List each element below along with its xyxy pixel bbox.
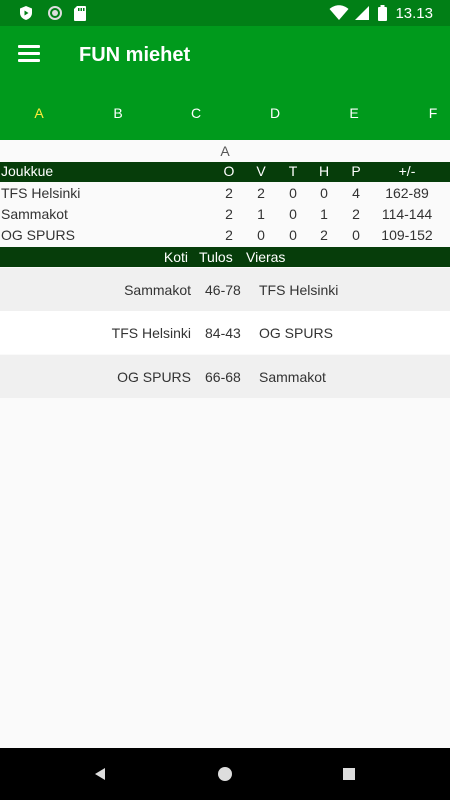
column-header-away: Vieras	[246, 249, 286, 265]
signal-icon	[354, 5, 370, 21]
diff-value: 114-144	[381, 206, 433, 222]
losses-value: 0	[320, 185, 328, 201]
tab-e[interactable]: E	[324, 86, 384, 140]
table-row: Sammakot 2 1 0 1 2 114-144	[0, 205, 450, 225]
team-name: Sammakot	[1, 206, 68, 222]
wins-value: 1	[257, 206, 265, 222]
team-name: TFS Helsinki	[1, 185, 81, 201]
table-row: OG SPURS 2 0 0 2 0 109-152	[0, 226, 450, 246]
status-bar: 13.13	[0, 0, 450, 26]
status-time: 13.13	[395, 4, 433, 22]
diff-value: 109-152	[381, 227, 433, 243]
points-value: 4	[352, 185, 360, 201]
ties-value: 0	[289, 206, 297, 222]
losses-value: 1	[320, 206, 328, 222]
tab-bar: A B C D E F	[0, 86, 450, 140]
game-score: 66-68	[205, 369, 241, 385]
away-team: OG SPURS	[259, 325, 333, 341]
home-team: OG SPURS	[117, 369, 191, 385]
team-name: OG SPURS	[1, 227, 75, 243]
games-header: Koti Tulos Vieras	[0, 247, 450, 267]
away-team: Sammakot	[259, 369, 326, 385]
column-header-wins: V	[256, 163, 266, 179]
back-icon[interactable]	[90, 764, 110, 784]
away-team: TFS Helsinki	[259, 282, 339, 298]
page-title: FUN miehet	[79, 44, 191, 66]
navigation-bar	[0, 748, 450, 800]
tab-b[interactable]: B	[88, 86, 148, 140]
wifi-icon	[329, 5, 349, 21]
table-row: TFS Helsinki 2 2 0 0 4 162-89	[0, 184, 450, 204]
game-row[interactable]: Sammakot 46-78 TFS Helsinki	[0, 268, 450, 311]
tab-a[interactable]: A	[9, 86, 69, 140]
diff-value: 162-89	[385, 185, 429, 201]
column-header-losses: H	[318, 163, 330, 179]
sd-card-icon	[74, 5, 86, 21]
column-header-home: Koti	[163, 249, 188, 265]
points-value: 0	[352, 227, 360, 243]
home-icon[interactable]	[215, 764, 235, 784]
battery-icon	[378, 5, 388, 21]
circle-icon	[48, 6, 62, 20]
played-value: 2	[225, 206, 233, 222]
app-bar: FUN miehet	[0, 26, 450, 86]
tab-c[interactable]: C	[166, 86, 226, 140]
shield-icon	[18, 5, 34, 21]
game-score: 46-78	[205, 282, 241, 298]
home-team: Sammakot	[124, 282, 191, 298]
game-score: 84-43	[205, 325, 241, 341]
column-header-score: Tulos	[199, 249, 233, 265]
hamburger-menu-icon[interactable]	[18, 45, 42, 67]
played-value: 2	[225, 185, 233, 201]
losses-value: 2	[320, 227, 328, 243]
standings-header: Joukkue O V T H P +/-	[0, 162, 450, 182]
column-header-diff: +/-	[398, 163, 416, 179]
column-header-points: P	[351, 163, 361, 179]
game-row[interactable]: OG SPURS 66-68 Sammakot	[0, 355, 450, 398]
column-header-played: O	[223, 163, 235, 179]
tab-d[interactable]: D	[245, 86, 305, 140]
tab-f[interactable]: F	[403, 86, 450, 140]
points-value: 2	[352, 206, 360, 222]
recents-icon[interactable]	[339, 764, 359, 784]
wins-value: 0	[257, 227, 265, 243]
wins-value: 2	[257, 185, 265, 201]
game-row[interactable]: TFS Helsinki 84-43 OG SPURS	[0, 311, 450, 354]
ties-value: 0	[289, 185, 297, 201]
group-title: A	[220, 143, 230, 159]
column-header-team: Joukkue	[1, 163, 54, 179]
home-team: TFS Helsinki	[111, 325, 191, 341]
played-value: 2	[225, 227, 233, 243]
column-header-ties: T	[288, 163, 298, 179]
ties-value: 0	[289, 227, 297, 243]
